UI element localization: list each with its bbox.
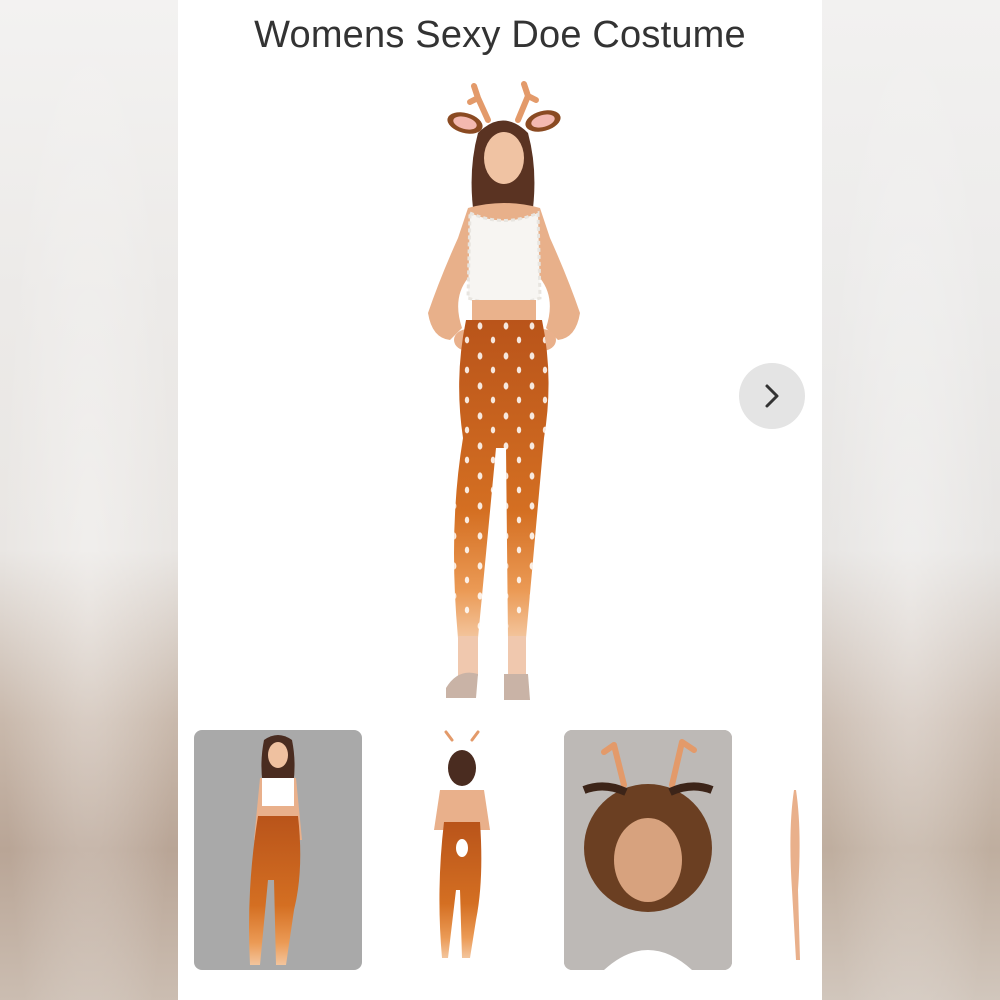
- chevron-right-icon: [765, 384, 779, 408]
- thumbnail-headband-closeup: [564, 730, 732, 970]
- product-card: Womens Sexy Doe Costume: [178, 0, 822, 1000]
- next-image-button[interactable]: [739, 363, 805, 429]
- doe-costume-model-illustration: [428, 81, 580, 700]
- thumbnail-model-back-view: [434, 730, 490, 958]
- thumbnail-4[interactable]: [772, 730, 822, 970]
- thumbnail-2[interactable]: [378, 730, 546, 970]
- thumbnail-partial: [790, 790, 800, 960]
- product-title: Womens Sexy Doe Costume: [254, 14, 746, 56]
- thumbnail-3[interactable]: [564, 730, 732, 970]
- thumbnail-1[interactable]: [194, 730, 362, 970]
- blurred-backdrop-left: [0, 0, 178, 1000]
- main-product-image[interactable]: [318, 78, 678, 708]
- thumbnail-model-grey-backdrop: [249, 735, 302, 965]
- blurred-backdrop-right: [822, 0, 1000, 1000]
